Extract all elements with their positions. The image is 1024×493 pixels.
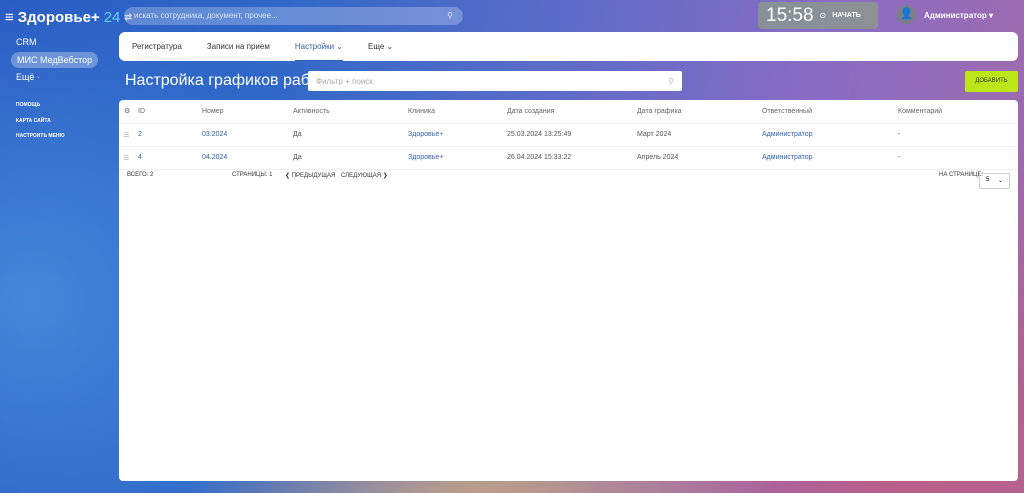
tab-settings[interactable]: Настройки ⌄ — [294, 32, 343, 61]
top-nav: Регистратура Записи на прием Настройки ⌄… — [119, 32, 1018, 61]
table-header: ⚙ ID Номер Активность Клиника Дата создания Д… — [119, 100, 1018, 124]
sidebar-item-crm[interactable]: CRM — [16, 37, 37, 47]
sidebar-configure-menu[interactable]: НАСТРОИТЬ МЕНЮ — [16, 133, 65, 139]
avatar[interactable]: 👤 — [897, 5, 916, 24]
per-page-label: НА СТРАНИЦЕ: — [939, 172, 984, 178]
app-logo[interactable]: ≡ Здоровье+ 24 ⇄ — [5, 9, 132, 26]
filter-input[interactable]: Фильтр + поиск ⚲ — [308, 71, 682, 91]
sidebar-sitemap[interactable]: КАРТА САЙТА — [16, 118, 51, 124]
schedule-table: ⚙ ID Номер Активность Клиника Дата создания Д… — [119, 100, 1018, 170]
pages-label: СТРАНИЦЫ: 1 — [232, 172, 273, 178]
row-menu-icon[interactable]: ☰ — [119, 123, 138, 147]
prev-page[interactable]: ❮ ПРЕДЫДУЩАЯ — [285, 172, 335, 179]
row-menu-icon[interactable]: ☰ — [119, 146, 138, 170]
settings-gear-icon[interactable]: ⚙ — [119, 100, 138, 124]
sidebar-help[interactable]: ПОМОЩЬ — [16, 102, 40, 108]
grid-panel: ⚙ ID Номер Активность Клиника Дата создания Д… — [119, 100, 1018, 481]
play-icon: ⊙ — [819, 11, 827, 20]
sidebar-item-more[interactable]: Ещё · — [16, 72, 40, 82]
sidebar-item-mis[interactable]: МИС МедВебстор — [11, 52, 99, 68]
per-page-select[interactable]: 5 ⌄ — [979, 173, 1010, 189]
search-icon[interactable]: ⚲ — [668, 77, 674, 86]
user-menu[interactable]: Администратор ▾ — [924, 11, 993, 20]
tab-appointments[interactable]: Записи на прием — [207, 42, 270, 51]
tab-registry[interactable]: Регистратура — [132, 42, 182, 51]
table-row[interactable]: ☰ 4 04.2024 Да Здоровье+ 26.04.2024 15:33:22… — [119, 146, 1018, 170]
chevron-down-icon: ⌄ — [997, 178, 1003, 184]
table-row[interactable]: ☰ 2 03.2024 Да Здоровье+ 25.03.2024 13:25:49… — [119, 123, 1018, 147]
global-search[interactable]: искать сотрудника, документ, прочее... ⚲ — [124, 7, 463, 25]
search-icon[interactable]: ⚲ — [447, 11, 453, 20]
add-button[interactable]: ДОБАВИТЬ — [965, 71, 1018, 92]
hamburger-icon[interactable]: ≡ — [5, 9, 14, 26]
total-count: ВСЕГО: 2 — [127, 172, 154, 178]
next-page[interactable]: СЛЕДУЮЩАЯ ❯ — [341, 172, 388, 179]
tab-more[interactable]: Еще ⌄ — [368, 42, 393, 51]
work-clock[interactable]: 15:58 ⊙ НАЧАТЬ — [758, 2, 878, 29]
